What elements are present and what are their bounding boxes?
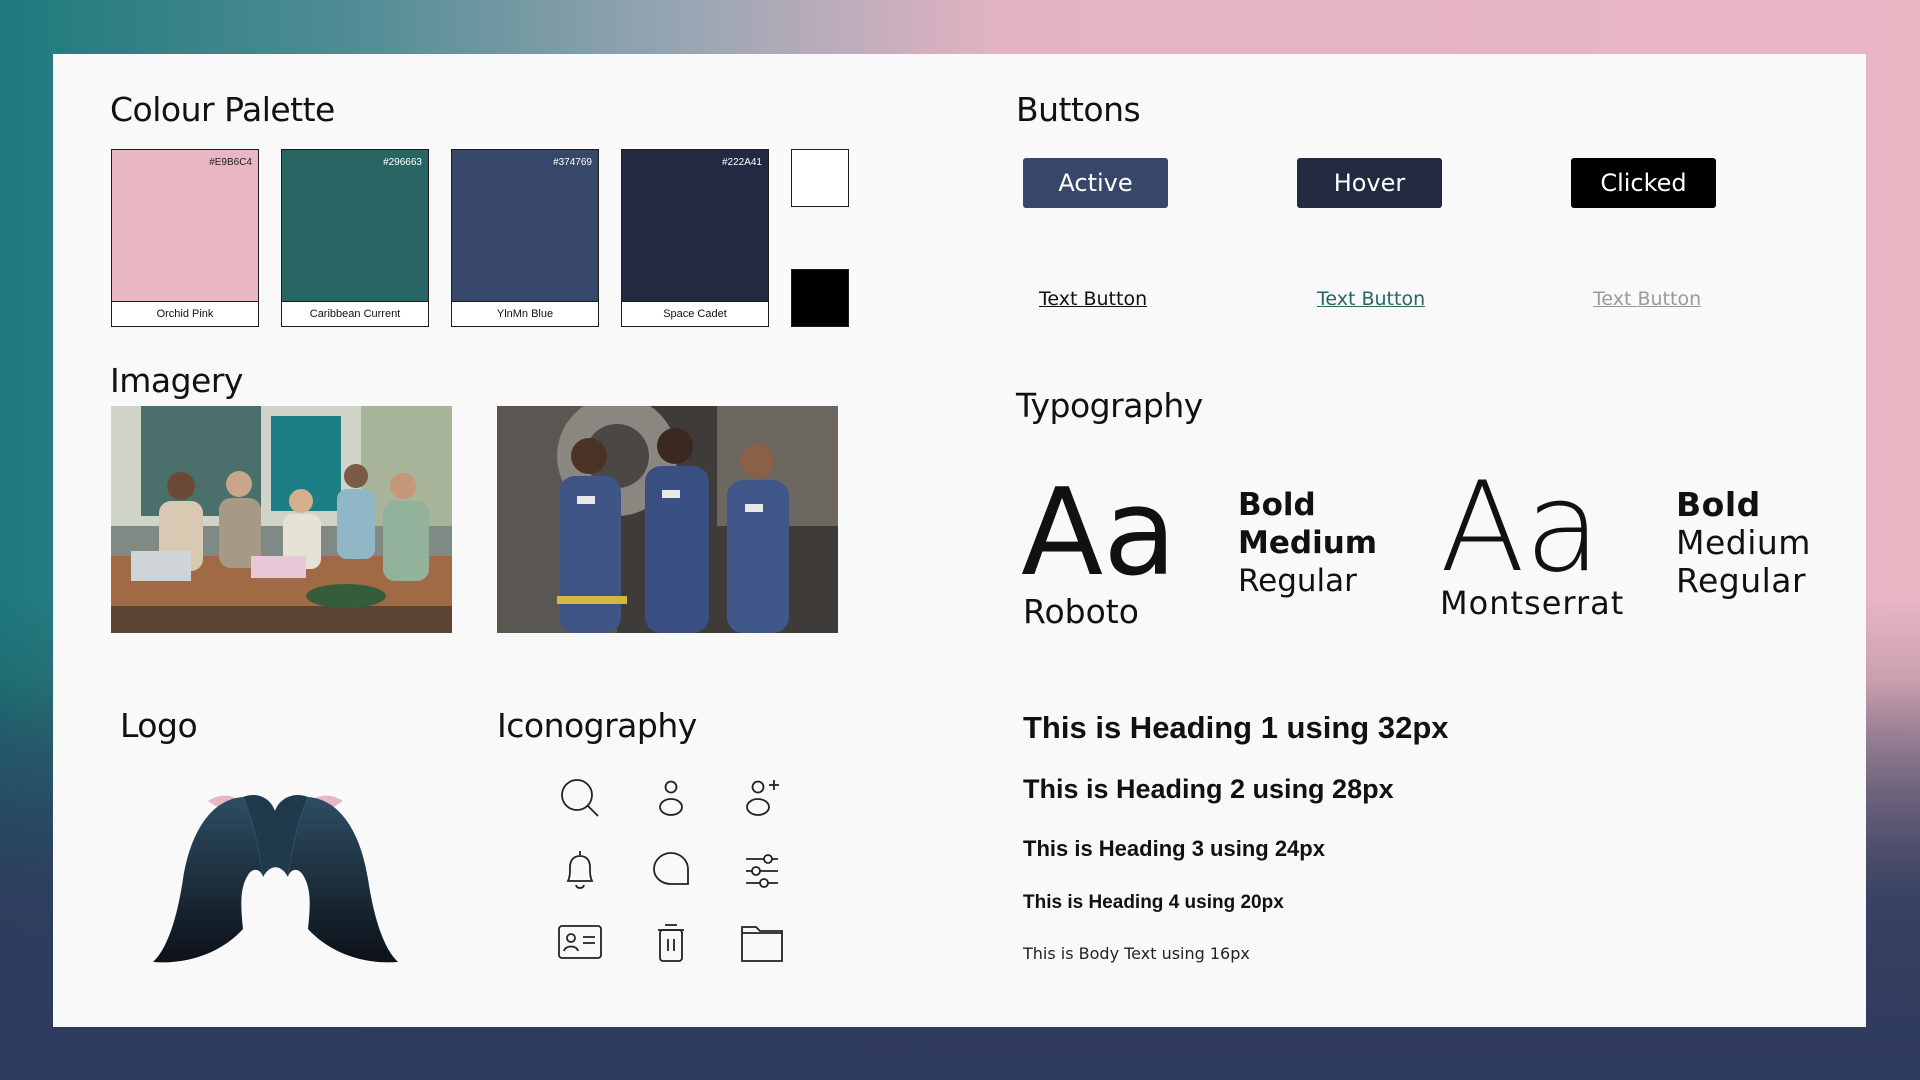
bell-icon — [556, 847, 604, 895]
swatch-space-cadet: #222A41 Space Cadet — [621, 149, 769, 327]
body-text-sample: This is Body Text using 16px — [1023, 944, 1250, 963]
swatch-hex: #374769 — [553, 157, 592, 168]
swatch-ylnmn-blue: #374769 YlnMn Blue — [451, 149, 599, 327]
swatch-fill — [622, 150, 768, 302]
swatch-hex: #296663 — [383, 157, 422, 168]
logo-title: Logo — [120, 706, 198, 745]
text-button-disabled[interactable]: Text Button — [1593, 288, 1701, 310]
brand-logo — [153, 789, 398, 974]
heading-1-sample: This is Heading 1 using 32px — [1023, 710, 1449, 745]
weight-regular: Regular — [1676, 561, 1807, 600]
imagery-title: Imagery — [110, 361, 243, 400]
swatch-fill — [282, 150, 428, 302]
style-guide-board: Colour Palette #E9B6C4 Orchid Pink #2966… — [53, 54, 1866, 1027]
weight-bold: Bold — [1238, 487, 1316, 523]
montserrat-label: Montserrat — [1440, 584, 1625, 622]
add-user-icon — [738, 774, 786, 822]
swatch-fill — [112, 150, 258, 302]
weight-medium: Medium — [1238, 525, 1378, 561]
buttons-title: Buttons — [1016, 90, 1141, 129]
swatch-black — [791, 269, 849, 327]
swatch-hex: #222A41 — [721, 157, 762, 168]
swatch-white — [791, 149, 849, 207]
text-button-default[interactable]: Text Button — [1039, 288, 1147, 310]
swatch-name: Space Cadet — [663, 308, 727, 320]
swatch-name: YlnMn Blue — [496, 308, 554, 320]
sliders-icon — [738, 847, 786, 895]
weight-bold: Bold — [1676, 485, 1761, 524]
id-card-icon — [556, 919, 604, 967]
heading-4-sample: This is Heading 4 using 20px — [1023, 892, 1284, 913]
montserrat-sample: Aa — [1440, 456, 1601, 600]
text-button-hover[interactable]: Text Button — [1317, 288, 1425, 310]
montserrat-weights: Bold Medium Regular — [1676, 486, 1811, 600]
weight-medium: Medium — [1676, 523, 1811, 562]
swatch-caribbean-current: #296663 Caribbean Current — [281, 149, 429, 327]
roboto-label: Roboto — [1023, 592, 1139, 631]
swatch-orchid-pink: #E9B6C4 Orchid Pink — [111, 149, 259, 327]
active-button[interactable]: Active — [1023, 158, 1168, 208]
typography-title: Typography — [1016, 386, 1203, 425]
swatch-name: Orchid Pink — [156, 308, 214, 320]
user-icon — [647, 774, 695, 822]
palette-title: Colour Palette — [110, 90, 335, 129]
swatch-fill — [452, 150, 598, 302]
iconography-title: Iconography — [497, 706, 697, 745]
clicked-button[interactable]: Clicked — [1571, 158, 1716, 208]
trash-icon — [647, 919, 695, 967]
swatch-name: Caribbean Current — [309, 308, 401, 320]
heading-3-sample: This is Heading 3 using 24px — [1023, 836, 1325, 861]
weight-regular: Regular — [1238, 563, 1357, 599]
roboto-sample: Aa — [1021, 464, 1177, 603]
folder-icon — [738, 919, 786, 967]
mechanics-team-photo — [497, 406, 838, 633]
chat-bubble-icon — [647, 847, 695, 895]
roboto-weights: Bold Medium Regular — [1238, 486, 1377, 600]
swatch-hex: #E9B6C4 — [209, 157, 252, 168]
hover-button[interactable]: Hover — [1297, 158, 1442, 208]
search-icon — [556, 774, 604, 822]
heading-2-sample: This is Heading 2 using 28px — [1023, 774, 1394, 804]
team-meeting-photo — [111, 406, 452, 633]
